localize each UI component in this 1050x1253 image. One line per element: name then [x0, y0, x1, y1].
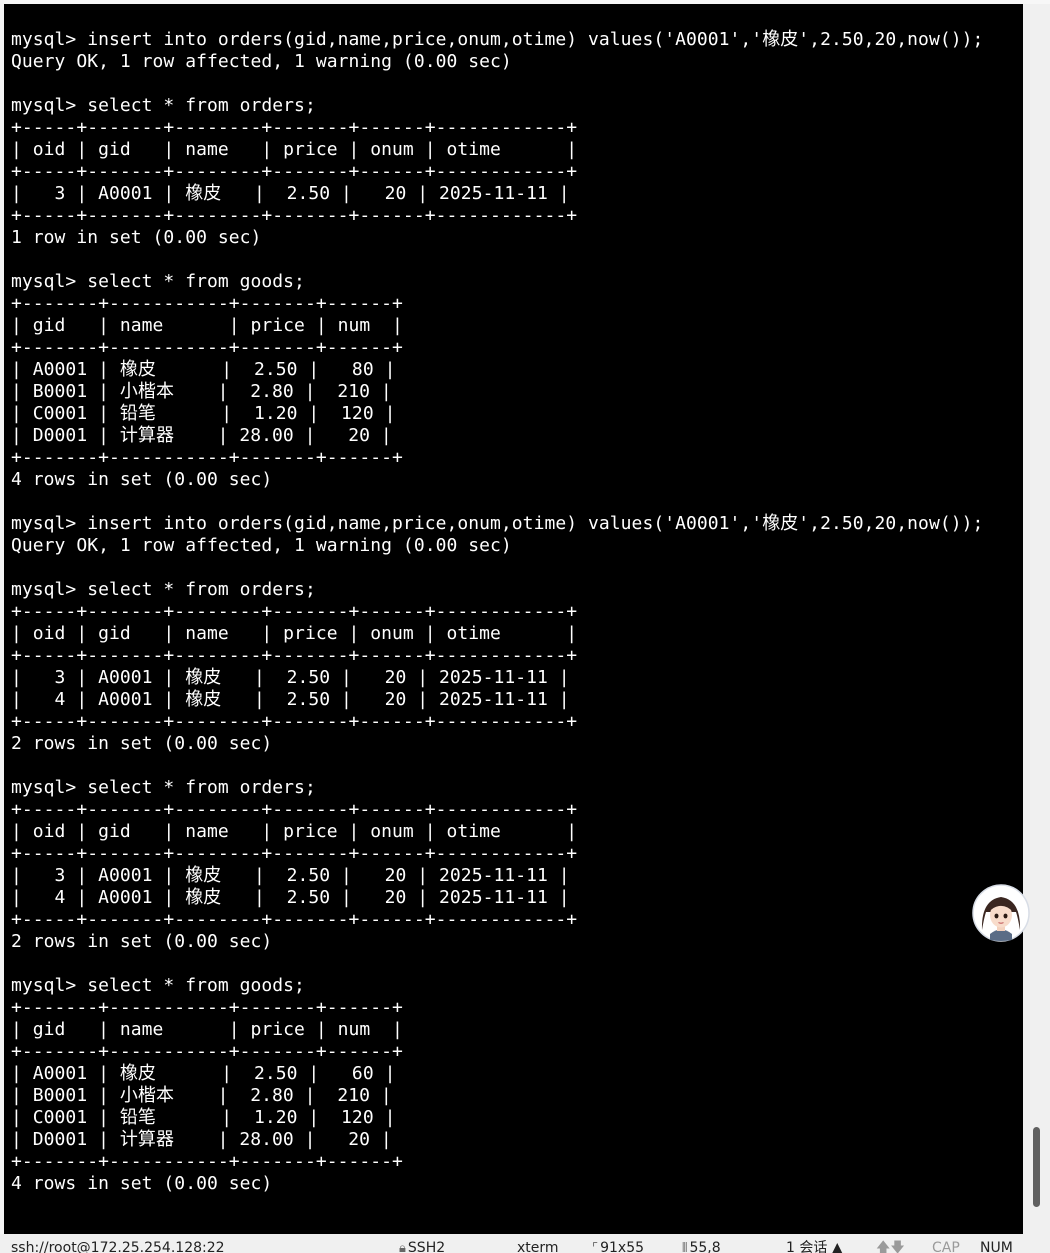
- terminal-line: 2 rows in set (0.00 sec): [11, 733, 273, 754]
- cursor-position: 55,8: [689, 1240, 721, 1253]
- terminal-line: mysql> insert into orders(gid,name,price…: [11, 29, 984, 50]
- terminal-line: | C0001 | 铅笔 | 1.20 | 120 |: [11, 403, 396, 424]
- terminal-line: Query OK, 1 row affected, 1 warning (0.0…: [11, 51, 512, 72]
- status-bar: ssh://root@172.25.254.128:22 🔒︎ SSH2 xter…: [0, 1234, 1050, 1253]
- terminal-line: | oid | gid | name | price | onum | otim…: [11, 139, 578, 160]
- upload-icon: 🡅: [876, 1240, 891, 1253]
- terminal-line: | gid | name | price | num |: [11, 315, 403, 336]
- scrollbar-thumb[interactable]: [1033, 1127, 1040, 1207]
- assistant-avatar-icon[interactable]: [972, 884, 1030, 942]
- terminal-size: 91x55: [600, 1240, 645, 1253]
- resize-icon: ⌜: [592, 1241, 599, 1253]
- terminal-line: +-----+-------+--------+-------+------+-…: [11, 645, 578, 666]
- terminal-size-indicator: ⌜ 91x55: [592, 1239, 644, 1253]
- terminal-line: mysql> select * from goods;: [11, 271, 305, 292]
- terminal-output: mysql> insert into orders(gid,name,price…: [11, 29, 983, 1195]
- terminal-line: +-------+-----------+-------+------+: [11, 293, 403, 314]
- terminal-line: mysql> select * from goods;: [11, 975, 305, 996]
- terminal-line: +-----+-------+--------+-------+------+-…: [11, 909, 578, 930]
- xshell-window: mysql> insert into orders(gid,name,price…: [0, 0, 1050, 1253]
- terminal-line: +-------+-----------+-------+------+: [11, 1151, 403, 1172]
- terminal-line: 2 rows in set (0.00 sec): [11, 931, 273, 952]
- protocol-label: SSH2: [407, 1240, 446, 1253]
- terminal-line: | 3 | A0001 | 橡皮 | 2.50 | 20 | 2025-11-1…: [11, 667, 570, 688]
- protocol-indicator: 🔒︎ SSH2: [399, 1239, 445, 1253]
- terminal-line: Query OK, 1 row affected, 1 warning (0.0…: [11, 535, 512, 556]
- transfer-indicator[interactable]: 🡅🡇: [876, 1239, 905, 1253]
- terminal-line: | gid | name | price | num |: [11, 1019, 403, 1040]
- terminal-line: | C0001 | 铅笔 | 1.20 | 120 |: [11, 1107, 396, 1128]
- terminal-line: +-------+-----------+-------+------+: [11, 447, 403, 468]
- terminal-line: +-------+-----------+-------+------+: [11, 337, 403, 358]
- terminal-line: +-------+-----------+-------+------+: [11, 997, 403, 1018]
- vertical-scrollbar[interactable]: [1023, 4, 1050, 1234]
- terminal-line: | 4 | A0001 | 橡皮 | 2.50 | 20 | 2025-11-1…: [11, 689, 570, 710]
- num-lock-indicator: NUM: [980, 1240, 1013, 1253]
- sessions-count: 1 会话: [786, 1240, 828, 1253]
- download-icon: 🡇: [890, 1240, 905, 1253]
- terminal-line: +-----+-------+--------+-------+------+-…: [11, 601, 578, 622]
- terminal-line: +-------+-----------+-------+------+: [11, 1041, 403, 1062]
- chevron-up-icon: ▲: [831, 1240, 843, 1253]
- terminal-line: +-----+-------+--------+-------+------+-…: [11, 711, 578, 732]
- terminal-line: | B0001 | 小楷本 | 2.80 | 210 |: [11, 381, 392, 402]
- terminal-line: 1 row in set (0.00 sec): [11, 227, 262, 248]
- cursor-position-indicator: ⫴ 55,8: [682, 1239, 721, 1253]
- terminal-line: | 4 | A0001 | 橡皮 | 2.50 | 20 | 2025-11-1…: [11, 887, 570, 908]
- terminal-line: +-----+-------+--------+-------+------+-…: [11, 799, 578, 820]
- terminal-pane[interactable]: mysql> insert into orders(gid,name,price…: [4, 4, 1023, 1234]
- terminal-type: xterm: [517, 1240, 559, 1253]
- terminal-line: | A0001 | 橡皮 | 2.50 | 60 |: [11, 1063, 396, 1084]
- terminal-line: 4 rows in set (0.00 sec): [11, 469, 273, 490]
- connection-address: ssh://root@172.25.254.128:22: [11, 1240, 225, 1253]
- terminal-line: mysql> select * from orders;: [11, 95, 316, 116]
- terminal-line: mysql> select * from orders;: [11, 579, 316, 600]
- terminal-line: +-----+-------+--------+-------+------+-…: [11, 161, 578, 182]
- terminal-line: mysql> select * from orders;: [11, 777, 316, 798]
- terminal-line: 4 rows in set (0.00 sec): [11, 1173, 273, 1194]
- terminal-line: | A0001 | 橡皮 | 2.50 | 80 |: [11, 359, 396, 380]
- terminal-line: | 3 | A0001 | 橡皮 | 2.50 | 20 | 2025-11-1…: [11, 865, 570, 886]
- caps-lock-indicator: CAP: [932, 1240, 960, 1253]
- terminal-line: +-----+-------+--------+-------+------+-…: [11, 843, 578, 864]
- cursor-icon: ⫴: [682, 1241, 688, 1253]
- lock-icon: 🔒︎: [399, 1241, 406, 1253]
- terminal-line: +-----+-------+--------+-------+------+-…: [11, 205, 578, 226]
- terminal-line: | oid | gid | name | price | onum | otim…: [11, 821, 578, 842]
- sessions-indicator[interactable]: 1 会话 ▲: [786, 1239, 843, 1253]
- terminal-line: | D0001 | 计算器 | 28.00 | 20 |: [11, 425, 392, 446]
- terminal-line: | oid | gid | name | price | onum | otim…: [11, 623, 578, 644]
- terminal-line: +-----+-------+--------+-------+------+-…: [11, 117, 578, 138]
- terminal-line: mysql> insert into orders(gid,name,price…: [11, 513, 984, 534]
- terminal-line: | B0001 | 小楷本 | 2.80 | 210 |: [11, 1085, 392, 1106]
- terminal-line: | D0001 | 计算器 | 28.00 | 20 |: [11, 1129, 392, 1150]
- terminal-line: | 3 | A0001 | 橡皮 | 2.50 | 20 | 2025-11-1…: [11, 183, 570, 204]
